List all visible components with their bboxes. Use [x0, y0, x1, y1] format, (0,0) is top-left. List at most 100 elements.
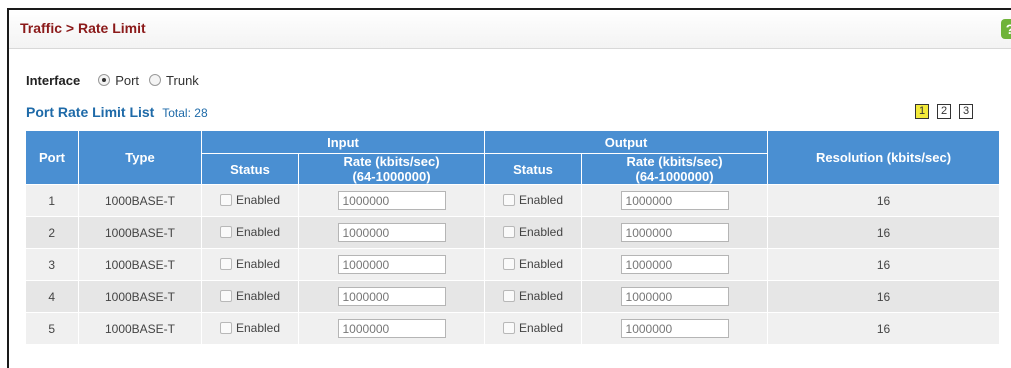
rate-header-line1: Rate (kbits/sec) [343, 154, 440, 169]
input-status-cell: Enabled [201, 216, 299, 249]
trunk-radio[interactable] [149, 74, 162, 86]
output-rate-field[interactable] [620, 191, 729, 210]
type-cell: 1000BASE-T [78, 216, 202, 249]
output-rate-header: Rate (kbits/sec) (64-1000000) [581, 153, 769, 185]
input-enabled-checkbox[interactable] [219, 193, 232, 206]
output-enabled-checkbox[interactable] [502, 193, 515, 206]
rate-limit-table: Port Type Input Output Resolution (kbits… [25, 130, 1001, 344]
interface-label: Interface [26, 72, 81, 88]
output-enabled-checkbox[interactable] [502, 289, 515, 302]
help-icon[interactable]: ? [1001, 19, 1011, 39]
input-rate-cell [298, 248, 486, 281]
output-enabled-toggle: Enabled [502, 224, 564, 239]
port-header: Port [25, 130, 79, 185]
pagination: 1 2 3 [915, 104, 973, 119]
port-radio-label[interactable]: Port [115, 73, 139, 88]
output-enabled-checkbox[interactable] [502, 225, 515, 238]
input-rate-cell [298, 216, 486, 249]
input-rate-field[interactable] [337, 191, 446, 210]
trunk-radio-label[interactable]: Trunk [166, 73, 199, 88]
table-row: 4 1000BASE-T Enabled Enabled 16 [25, 280, 1001, 313]
interface-selector: Interface Port Trunk [26, 70, 209, 90]
resolution-cell: 16 [767, 280, 1001, 313]
output-status-cell: Enabled [484, 184, 583, 217]
input-enabled-toggle: Enabled [219, 192, 281, 207]
checkbox-label: Enabled [235, 288, 281, 303]
port-radio[interactable] [98, 74, 111, 86]
input-rate-field[interactable] [337, 287, 446, 306]
output-rate-cell [581, 184, 769, 217]
breadcrumb: Traffic > Rate Limit [20, 20, 146, 36]
output-status-cell: Enabled [484, 248, 583, 281]
output-enabled-toggle: Enabled [502, 320, 564, 335]
rate-header-line1: Rate (kbits/sec) [626, 154, 723, 169]
input-enabled-toggle: Enabled [219, 288, 281, 303]
input-enabled-checkbox[interactable] [219, 225, 232, 238]
input-status-cell: Enabled [201, 184, 299, 217]
input-status-header: Status [201, 153, 299, 185]
output-rate-cell [581, 312, 769, 344]
output-enabled-toggle: Enabled [502, 288, 564, 303]
output-header: Output [484, 130, 769, 154]
output-enabled-checkbox[interactable] [502, 257, 515, 270]
table-row: 2 1000BASE-T Enabled Enabled 16 [25, 216, 1001, 249]
input-rate-field[interactable] [337, 223, 446, 242]
input-rate-cell [298, 184, 486, 217]
input-enabled-toggle: Enabled [219, 256, 281, 271]
output-rate-field[interactable] [620, 319, 729, 338]
resolution-cell: 16 [767, 184, 1001, 217]
input-enabled-checkbox[interactable] [219, 257, 232, 270]
checkbox-label: Enabled [518, 288, 564, 303]
page-3-button[interactable]: 3 [959, 104, 973, 119]
checkbox-label: Enabled [235, 256, 281, 271]
port-cell: 5 [25, 312, 79, 344]
resolution-header: Resolution (kbits/sec) [767, 130, 1001, 185]
output-enabled-toggle: Enabled [502, 192, 564, 207]
rate-header-line2: (64-1000000) [352, 169, 431, 184]
input-enabled-toggle: Enabled [219, 225, 280, 239]
input-status-cell: Enabled [201, 280, 299, 313]
input-rate-header: Rate (kbits/sec) (64-1000000) [297, 153, 486, 185]
checkbox-label: Enabled [518, 256, 564, 271]
output-status-cell: Enabled [484, 216, 583, 249]
input-enabled-checkbox[interactable] [219, 321, 232, 334]
type-cell: 1000BASE-T [78, 248, 202, 281]
output-rate-field[interactable] [620, 223, 729, 242]
port-cell: 3 [25, 248, 79, 281]
page-2-button[interactable]: 2 [937, 104, 951, 119]
checkbox-label: Enabled [235, 192, 281, 207]
port-cell: 2 [25, 216, 79, 249]
type-cell: 1000BASE-T [78, 312, 202, 344]
resolution-cell: 16 [767, 248, 1001, 281]
port-cell: 4 [25, 280, 79, 313]
table-row: 5 1000BASE-T Enabled Enabled 16 [25, 312, 1001, 344]
output-status-cell: Enabled [484, 280, 583, 313]
checkbox-label: Enabled [518, 320, 564, 335]
page-1-button[interactable]: 1 [915, 104, 929, 119]
input-rate-cell [298, 280, 486, 313]
input-rate-field[interactable] [337, 319, 446, 338]
output-rate-field[interactable] [620, 255, 729, 274]
output-enabled-checkbox[interactable] [502, 321, 515, 334]
output-rate-field[interactable] [620, 287, 729, 306]
port-cell: 1 [25, 184, 79, 217]
type-header: Type [78, 130, 202, 185]
list-title-text: Port Rate Limit List [26, 104, 155, 120]
input-status-cell: Enabled [201, 248, 299, 281]
list-title: Port Rate Limit List Total: 28 [26, 104, 208, 120]
input-enabled-toggle: Enabled [219, 321, 280, 335]
type-cell: 1000BASE-T [78, 280, 202, 313]
resolution-cell: 16 [767, 216, 1001, 249]
type-cell: 1000BASE-T [78, 184, 202, 217]
input-rate-field[interactable] [337, 255, 446, 274]
rate-header-line2: (64-1000000) [635, 169, 714, 184]
page-header: Traffic > Rate Limit ? [9, 10, 1011, 49]
checkbox-label: Enabled [518, 192, 564, 207]
table-row: 1 1000BASE-T Enabled Enabled 16 [25, 184, 1001, 217]
output-rate-cell [581, 280, 769, 313]
input-enabled-checkbox[interactable] [219, 289, 232, 302]
output-rate-cell [581, 248, 769, 281]
output-enabled-toggle: Enabled [502, 256, 564, 271]
checkbox-label: Enabled [518, 224, 564, 239]
input-rate-cell [298, 312, 486, 344]
